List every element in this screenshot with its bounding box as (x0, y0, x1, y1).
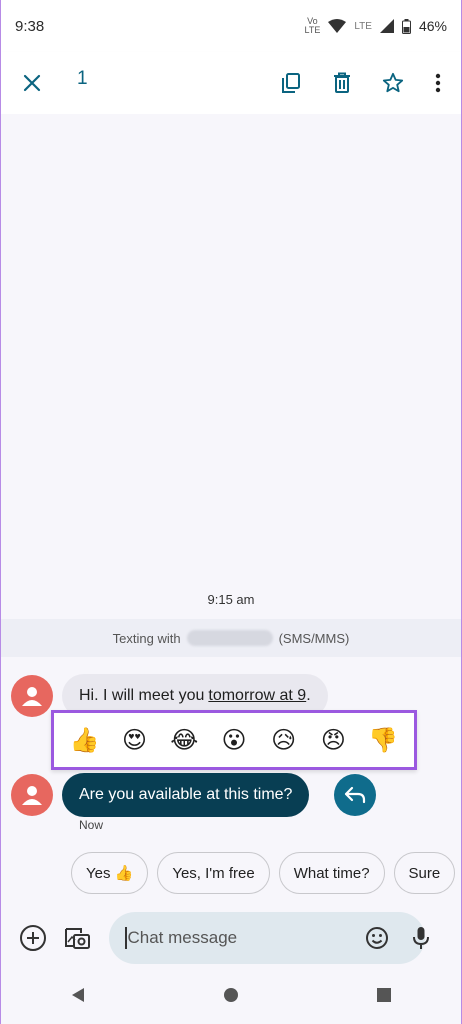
conversation-area: 9:15 am Texting with (SMS/MMS) Hi. I wil… (1, 114, 461, 964)
more-vert-icon (435, 73, 441, 93)
microphone-icon (413, 927, 429, 949)
close-icon (23, 74, 41, 92)
reaction-thumbs-down[interactable]: 👎 (363, 726, 403, 755)
back-triangle-icon (71, 987, 84, 1002)
selection-action-bar: 1 (1, 52, 461, 114)
add-circle-icon (20, 925, 46, 951)
selected-count: 1 (77, 68, 88, 89)
status-bar: 9:38 Vo LTE LTE 46% (1, 0, 461, 52)
wifi-icon (328, 19, 347, 33)
gallery-button[interactable] (61, 922, 93, 954)
emoji-button[interactable] (361, 922, 393, 954)
texting-suffix: (SMS/MMS) (278, 630, 350, 646)
gallery-camera-icon (65, 928, 90, 949)
texting-prefix: Texting with (112, 630, 181, 646)
reply-button[interactable] (334, 774, 376, 816)
close-selection-button[interactable] (14, 65, 50, 101)
reaction-sad[interactable]: 😥 (264, 726, 304, 755)
trash-icon (334, 72, 350, 93)
texting-info-banner: Texting with (SMS/MMS) (1, 619, 461, 657)
reply-icon (344, 786, 366, 804)
reaction-thumbs-up[interactable]: 👍 (65, 726, 105, 755)
suggestion-chip[interactable]: What time? (278, 852, 385, 894)
nav-back-button[interactable] (70, 987, 86, 1008)
status-icons: Vo LTE LTE 46% (305, 17, 447, 35)
battery-percent: 46% (418, 18, 447, 34)
nav-recents-button[interactable] (376, 987, 392, 1008)
more-options-button[interactable] (420, 65, 456, 101)
delete-button[interactable] (324, 65, 360, 101)
suggestion-chip[interactable]: Yes 👍 (71, 852, 149, 894)
avatar[interactable] (11, 774, 53, 816)
star-button[interactable] (375, 65, 411, 101)
copy-icon (282, 73, 300, 93)
message-timestamp: 9:15 am (207, 592, 255, 607)
reaction-angry[interactable]: 😠 (313, 726, 353, 755)
text-caret (125, 927, 127, 949)
person-icon (22, 786, 42, 805)
system-navigation-bar (1, 970, 461, 1024)
lte-label: LTE (354, 20, 372, 32)
star-icon (382, 72, 404, 93)
person-icon (22, 687, 42, 706)
volte-icon: Vo LTE (304, 16, 321, 35)
message-status: Now (79, 818, 104, 832)
signal-icon (379, 19, 394, 33)
copy-button[interactable] (273, 65, 309, 101)
status-time: 9:38 (15, 17, 45, 35)
outgoing-message-bubble[interactable]: Are you available at this time? (62, 773, 310, 817)
recents-square-icon (377, 987, 392, 1002)
suggestion-chip[interactable]: Sure (393, 852, 456, 894)
avatar[interactable] (11, 675, 53, 717)
nav-home-button[interactable] (223, 987, 239, 1008)
emoji-icon (366, 927, 388, 949)
home-circle-icon (223, 987, 238, 1002)
date-link[interactable]: tomorrow at 9 (208, 687, 306, 705)
attach-button[interactable] (17, 922, 49, 954)
reaction-laughing[interactable]: 😂 (164, 726, 204, 755)
reaction-surprised[interactable]: 😮 (214, 726, 254, 755)
messages-screen: 9:38 Vo LTE LTE 46% 1 9:15 am Texting wi… (0, 0, 462, 1024)
redacted-contact-name (186, 630, 273, 646)
battery-icon (401, 18, 411, 34)
suggestion-chip[interactable]: Yes, I'm free (157, 852, 270, 894)
reaction-heart-eyes[interactable]: 😍 (115, 726, 155, 755)
smart-reply-suggestions: Yes 👍 Yes, I'm free What time? Sure (71, 852, 456, 894)
voice-button[interactable] (405, 922, 437, 954)
compose-bar (1, 910, 461, 966)
chat-message-input[interactable] (127, 928, 358, 948)
reaction-picker: 👍 😍 😂 😮 😥 😠 👎 (51, 710, 417, 770)
